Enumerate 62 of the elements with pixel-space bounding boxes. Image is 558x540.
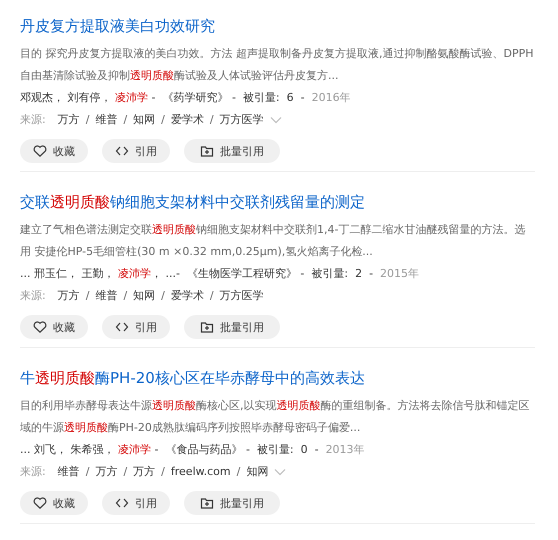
meta-line: 邓观杰， 刘有停， 凌沛学 - 《药学研究》 - 被引量: 6 - <box>20 90 306 106</box>
folder-plus-icon <box>200 320 214 334</box>
folder-plus-icon <box>200 496 214 510</box>
source-label: 来源: <box>20 464 46 480</box>
heart-icon <box>33 320 47 334</box>
action-button[interactable]: 批量引用 <box>184 315 280 339</box>
source-link[interactable]: 维普 <box>95 285 118 307</box>
result-title[interactable]: 丹皮复方提取液美白功效研究 <box>20 13 535 39</box>
source-link[interactable]: 知网 <box>246 461 268 483</box>
separator: / <box>86 288 90 304</box>
source-link[interactable]: 知网 <box>133 285 156 307</box>
action-button[interactable]: 引用 <box>102 315 170 339</box>
chevron-down-icon[interactable] <box>274 468 286 476</box>
source-link[interactable]: freelw.com <box>170 461 231 483</box>
separator: / <box>123 112 128 128</box>
separator: / <box>161 464 165 480</box>
heart-icon <box>33 144 47 158</box>
source-link[interactable]: 万方 <box>58 109 80 131</box>
separator: / <box>86 112 90 128</box>
source-link[interactable]: 万方 <box>58 285 80 307</box>
result-title[interactable]: 牛透明质酸酶PH-20核心区在毕赤酵母中的高效表达 <box>20 365 535 391</box>
source-link[interactable]: 万方医学 <box>220 109 264 131</box>
separator: / <box>86 464 90 480</box>
separator: / <box>123 464 128 480</box>
action-button[interactable]: 批量引用 <box>184 139 280 163</box>
separator: / <box>210 288 214 304</box>
action-button[interactable]: 批量引用 <box>184 491 280 515</box>
code-icon <box>115 320 129 334</box>
source-link[interactable]: 知网 <box>133 109 156 131</box>
abstract-text: 目的 探究丹皮复方提取液的美白功效。方法 超声提取制备丹皮复方提取液,通过抑制酪氨酸酶试验、DPPH自由基清除试验及抑制透明质酸酶试验及人体试验评估丹皮复方... <box>20 46 534 84</box>
action-button[interactable]: 引用 <box>102 139 170 163</box>
year-text: 2016年 <box>312 90 351 106</box>
source-label: 来源: <box>20 112 46 128</box>
action-button[interactable]: 收藏 <box>20 491 88 515</box>
source-link[interactable]: 万方 <box>95 461 118 483</box>
abstract-text: 建立了气相色谱法测定交联透明质酸钠细胞支架材料中交联剂1,4-丁二醇二缩水甘油醚残留量的方法。选用 安捷伦HP-5毛细管柱(30 m ×0.32 mm,0.25μm),氢火焰离子化检... <box>20 222 526 260</box>
source-link[interactable]: 万方医学 <box>220 285 264 307</box>
source-link[interactable]: 爱学术 <box>170 109 204 131</box>
source-link[interactable]: 爱学术 <box>170 285 204 307</box>
chevron-down-icon[interactable] <box>270 116 282 124</box>
folder-plus-icon <box>200 144 214 158</box>
separator: / <box>210 112 214 128</box>
source-link[interactable]: 维普 <box>95 109 118 131</box>
source-label: 来源: <box>20 288 46 304</box>
heart-icon <box>33 496 47 510</box>
year-text: 2013年 <box>326 442 365 458</box>
separator: / <box>161 288 165 304</box>
abstract-text: 目的利用毕赤酵母表达牛源透明质酸酶核心区,以实现透明质酸酶的重组制备。方法将去除信号肽和锚定区域的牛源透明质酸酶PH-20成熟肽编码序列按照毕赤酵母密码子偏爱... <box>20 398 530 436</box>
result-title[interactable]: 交联透明质酸钠细胞支架材料中交联剂残留量的测定 <box>20 189 535 215</box>
action-button[interactable]: 收藏 <box>20 139 88 163</box>
year-text: 2015年 <box>380 266 420 282</box>
code-icon <box>115 144 129 158</box>
source-link[interactable]: 万方 <box>133 461 156 483</box>
separator: / <box>123 288 128 304</box>
separator: / <box>236 464 240 480</box>
meta-line: ... 刘飞， 朱希强， 凌沛学 - 《食品与药品》 - 被引量: 0 - <box>20 442 320 458</box>
separator: / <box>161 112 165 128</box>
code-icon <box>115 496 129 510</box>
action-button[interactable]: 引用 <box>102 491 170 515</box>
action-button[interactable]: 收藏 <box>20 315 88 339</box>
source-link[interactable]: 维普 <box>58 461 80 483</box>
meta-line: ... 邢玉仁， 王勤， 凌沛学， ...- 《生物医学工程研究》 - 被引量: 2 - <box>20 266 374 282</box>
